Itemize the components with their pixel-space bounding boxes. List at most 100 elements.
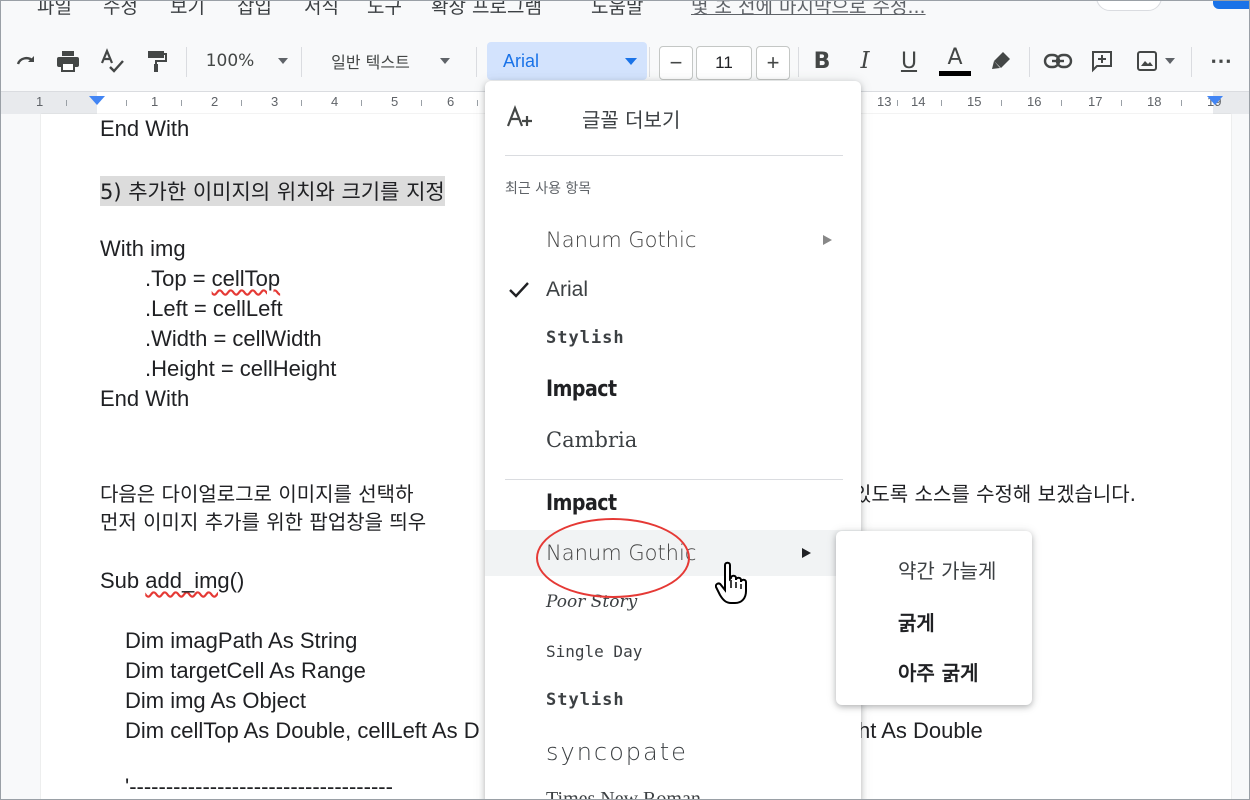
paint-format-button[interactable]: [141, 45, 171, 77]
ruler-number: 1: [36, 94, 44, 109]
style-value: 일반 텍스트: [331, 53, 410, 72]
italic-button[interactable]: I: [850, 45, 880, 77]
font-name: Times New Roman: [546, 788, 701, 800]
bold-button[interactable]: B: [807, 45, 837, 77]
doc-line: End With: [100, 116, 190, 141]
font-select[interactable]: Arial: [487, 42, 647, 80]
chevron-down-icon: [1165, 58, 1175, 64]
doc-line: Dim cellTop As Double, cellLeft As D: [125, 718, 480, 743]
doc-line: '------------------------------------: [125, 774, 393, 799]
text-color-icon: A: [947, 44, 963, 70]
weight-bold-item[interactable]: 굵게: [898, 607, 935, 636]
increase-font-size-button[interactable]: +: [756, 46, 790, 80]
doc-line: .Height = cellHeight: [145, 356, 337, 381]
spellcheck-button[interactable]: [97, 45, 127, 77]
font-name: Impact: [546, 376, 617, 402]
ruler-number: 2: [211, 94, 219, 109]
chevron-down-icon: [278, 58, 289, 64]
weight-extra-bold-item[interactable]: 아주 굵게: [898, 657, 979, 686]
doc-line: Dim targetCell As Range: [125, 658, 366, 683]
paint-format-icon: [148, 51, 167, 72]
menu-edit[interactable]: 수정: [103, 1, 138, 19]
underline-button[interactable]: U: [894, 45, 924, 77]
ruler-number: 15: [967, 94, 982, 109]
font-syncopate[interactable]: Syncopate: [485, 727, 861, 773]
font-poor-story[interactable]: Poor Story: [485, 581, 861, 627]
menu-format[interactable]: 서식: [304, 1, 339, 19]
font-name: Impact: [546, 490, 617, 516]
menu-file[interactable]: 파일: [37, 1, 72, 19]
right-indent-handle[interactable]: [1207, 96, 1223, 105]
checkmark-icon: [509, 282, 529, 298]
font-name: Cambria: [546, 428, 638, 452]
submenu-arrow-icon: [802, 548, 811, 558]
font-size-input[interactable]: 11: [696, 46, 752, 80]
font-value: Arial: [503, 51, 540, 71]
add-comment-button[interactable]: [1087, 45, 1117, 77]
print-icon: [57, 51, 79, 72]
style-select[interactable]: 일반 텍스트: [313, 45, 468, 77]
spellcheck-icon: [100, 48, 124, 73]
doc-line: Dim imagPath As String: [125, 628, 358, 653]
recent-font-cambria[interactable]: Cambria: [485, 417, 861, 463]
ruler-number: 18: [1147, 94, 1162, 109]
font-add-icon: [506, 104, 532, 127]
recent-font-stylish[interactable]: Stylish: [485, 317, 861, 363]
link-icon: [1043, 53, 1073, 69]
ruler-number: 13: [877, 94, 892, 109]
doc-line: .Width = cellWidth: [145, 326, 322, 351]
decrease-font-size-button[interactable]: −: [659, 46, 693, 80]
doc-line: .Left = cellLeft: [145, 296, 283, 321]
font-name: Syncopate: [546, 738, 688, 766]
ruler-number: 5: [391, 94, 399, 109]
menu-tools[interactable]: 도구: [367, 1, 402, 19]
more-options-button[interactable]: ⋯: [1204, 45, 1238, 77]
zoom-select[interactable]: 100%: [201, 45, 293, 77]
doc-line: With img: [100, 236, 186, 261]
font-stylish[interactable]: Stylish: [485, 679, 861, 725]
left-indent-handle[interactable]: [89, 96, 105, 105]
menu-extensions[interactable]: 확장 프로그램: [431, 1, 542, 19]
font-nanum-gothic[interactable]: Nanum Gothic: [485, 530, 861, 576]
image-icon: [1137, 51, 1157, 71]
font-times-new-roman[interactable]: Times New Roman: [485, 777, 861, 800]
text-color-button[interactable]: A: [937, 45, 973, 77]
highlighter-icon: [992, 52, 1010, 69]
add-comment-icon: [1092, 51, 1112, 73]
font-single-day[interactable]: Single Day: [485, 631, 861, 677]
font-name: Stylish: [546, 328, 625, 348]
recent-font-arial[interactable]: Arial: [485, 267, 861, 313]
font-impact[interactable]: Impact: [485, 481, 861, 527]
highlight-button[interactable]: [986, 45, 1016, 77]
font-name: Poor Story: [546, 592, 638, 612]
zoom-value: 100%: [205, 51, 255, 71]
insert-image-button[interactable]: [1129, 45, 1181, 77]
more-fonts-item[interactable]: 글꼴 더보기: [485, 91, 861, 141]
last-edit-link[interactable]: 몇 초 전에 마지막으로 수정...: [691, 1, 926, 19]
menu-help[interactable]: 도움말: [591, 1, 643, 19]
recent-font-impact[interactable]: Impact: [485, 367, 861, 413]
ruler-number: 6: [447, 94, 455, 109]
font-name: Arial: [546, 278, 589, 301]
doc-line: Sub add_img(): [100, 568, 245, 593]
menu-bar: 파일 수정 보기 삽입 서식 도구 확장 프로그램 도움말 몇 초 전에 마지막…: [1, 1, 1249, 25]
font-name: Nanum Gothic: [546, 228, 697, 252]
doc-heading: 5) 추가한 이미지의 위치와 크기를 지정: [100, 176, 445, 206]
recent-font-nanum-gothic[interactable]: Nanum Gothic: [485, 217, 861, 263]
spellcheck-underline: cellTop: [211, 266, 281, 291]
spellcheck-underline: add_img: [145, 568, 230, 593]
weight-light-item[interactable]: 약간 가늘게: [898, 555, 996, 584]
share-button[interactable]: [1213, 1, 1249, 9]
submenu-arrow-icon: [823, 235, 832, 245]
recent-fonts-header: 최근 사용 항목: [505, 181, 592, 197]
menu-insert[interactable]: 삽입: [237, 1, 272, 19]
ruler-number: 4: [331, 94, 339, 109]
redo-button[interactable]: [11, 45, 41, 77]
insert-link-button[interactable]: [1041, 45, 1075, 77]
print-button[interactable]: [53, 45, 83, 77]
menu-view[interactable]: 보기: [170, 1, 205, 19]
comments-button[interactable]: [1096, 1, 1162, 11]
more-fonts-label: 글꼴 더보기: [582, 108, 681, 132]
doc-paragraph: 있도록 소스를 수정해 보겠습니다.: [853, 482, 1137, 506]
ruler-number: 16: [1027, 94, 1042, 109]
